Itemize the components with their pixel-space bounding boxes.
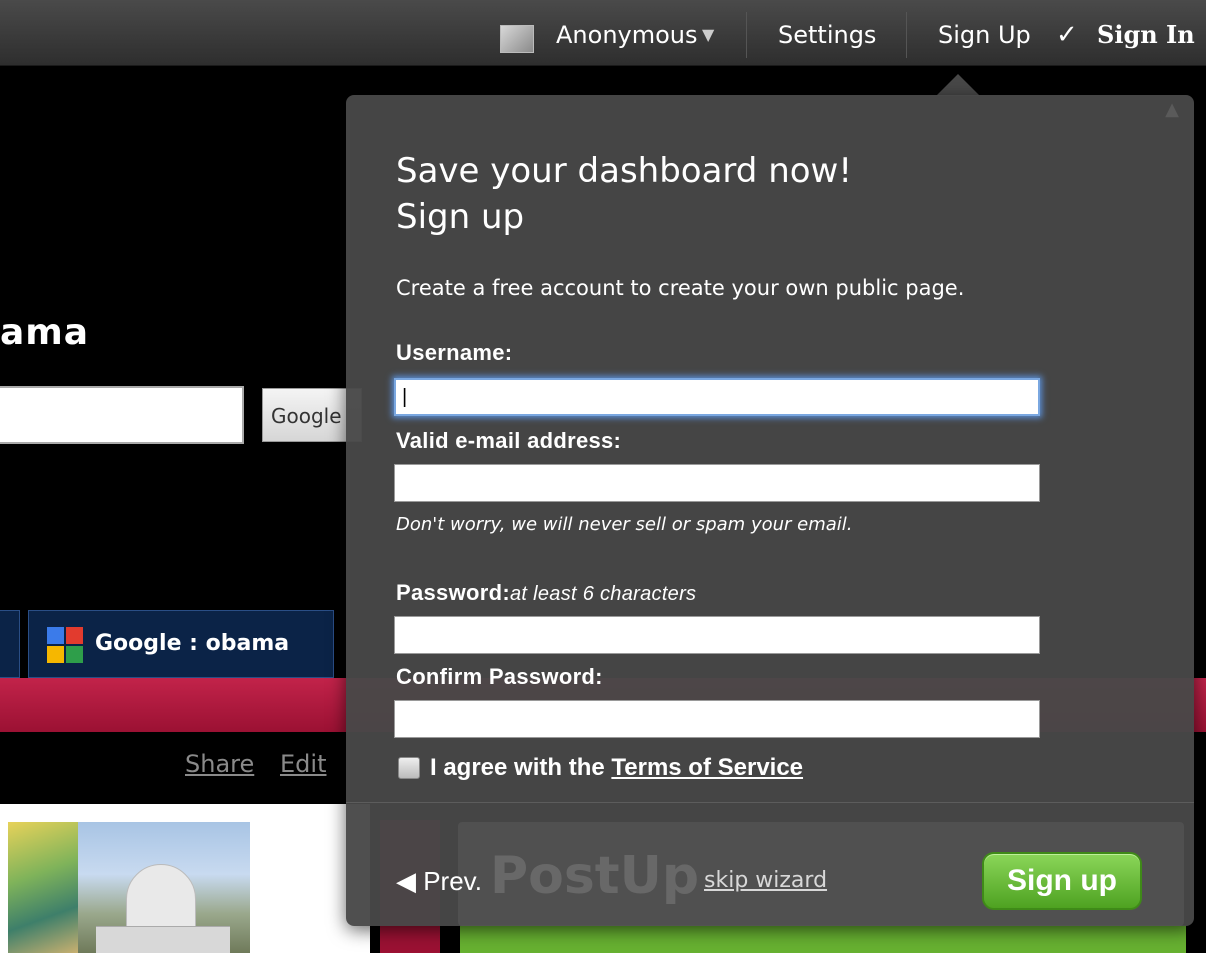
green-banner bbox=[460, 925, 1186, 953]
signup-button[interactable]: Sign up bbox=[982, 852, 1142, 910]
confirm-password-input[interactable] bbox=[394, 700, 1040, 738]
background-ghost-text: PostUp bbox=[490, 846, 700, 906]
chevron-down-icon[interactable]: ▼ bbox=[702, 0, 714, 66]
tab-partial[interactable] bbox=[0, 610, 20, 678]
popup-heading: Save your dashboard now! Sign up bbox=[396, 148, 852, 240]
prev-button[interactable]: ◀ Prev. bbox=[396, 866, 482, 897]
check-icon: ✓ bbox=[1056, 20, 1078, 50]
avatar-icon[interactable] bbox=[500, 25, 534, 53]
terms-agree-text: I agree with the Terms of Service bbox=[430, 754, 803, 782]
capitol-base bbox=[96, 926, 230, 953]
settings-link[interactable]: Settings bbox=[778, 0, 876, 66]
email-note: Don't worry, we will never sell or spam … bbox=[396, 514, 853, 535]
agree-prefix: I agree with the bbox=[430, 754, 612, 781]
terms-checkbox[interactable] bbox=[398, 757, 420, 779]
share-link[interactable]: Share bbox=[185, 750, 254, 778]
tab-label: Google : obama bbox=[95, 631, 290, 656]
confirm-password-label: Confirm Password: bbox=[396, 664, 603, 689]
divider bbox=[746, 12, 747, 58]
search-input[interactable] bbox=[0, 386, 244, 444]
tab-google-obama[interactable]: Google : obama bbox=[28, 610, 334, 678]
username-label: Username: bbox=[396, 340, 513, 365]
top-nav-bar: Anonymous ▼ Settings Sign Up ✓ Sign In bbox=[0, 0, 1206, 66]
popup-subtitle: Create a free account to create your own… bbox=[396, 276, 965, 300]
password-hint: at least 6 characters bbox=[509, 583, 697, 605]
heading-line-1: Save your dashboard now! bbox=[396, 151, 852, 191]
skip-wizard-link[interactable]: skip wizard bbox=[704, 868, 827, 893]
user-menu-label[interactable]: Anonymous bbox=[556, 0, 698, 66]
capitol-dome bbox=[126, 864, 196, 934]
signup-link[interactable]: Sign Up bbox=[938, 0, 1031, 66]
password-label-text: Password: bbox=[396, 580, 510, 605]
heading-line-2: Sign up bbox=[396, 197, 525, 237]
collapse-icon[interactable]: ▲ bbox=[1160, 98, 1184, 122]
email-label: Valid e-mail address: bbox=[396, 428, 622, 453]
popup-pointer bbox=[936, 74, 980, 96]
terms-of-service-link[interactable]: Terms of Service bbox=[611, 754, 803, 781]
password-input[interactable] bbox=[394, 616, 1040, 654]
divider bbox=[906, 12, 907, 58]
signin-link[interactable]: Sign In bbox=[1097, 0, 1195, 66]
username-input[interactable]: | bbox=[394, 378, 1040, 416]
page-title-fragment: ama bbox=[0, 312, 90, 353]
capitol-thumbnail[interactable] bbox=[8, 822, 250, 953]
popup-divider bbox=[346, 802, 1194, 803]
map-graphic bbox=[8, 822, 78, 953]
email-input[interactable] bbox=[394, 464, 1040, 502]
google-icon bbox=[47, 627, 83, 663]
password-label: Password:at least 6 characters bbox=[396, 580, 696, 606]
edit-link[interactable]: Edit bbox=[280, 750, 326, 778]
